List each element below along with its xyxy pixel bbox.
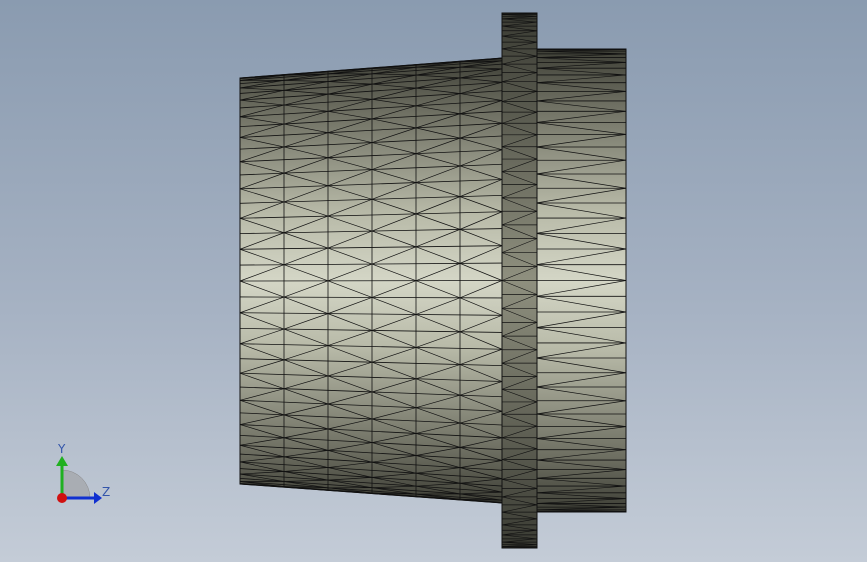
axis-triad: Y Z (56, 442, 110, 504)
graphics-viewport[interactable]: Y Z (0, 0, 867, 562)
z-axis-label: Z (102, 485, 110, 499)
y-axis-label: Y (57, 442, 66, 456)
mesh-model[interactable] (0, 0, 867, 562)
triad-quarter-disc (61, 469, 91, 499)
y-axis-arrow (56, 456, 68, 466)
x-axis-origin (57, 493, 67, 503)
z-axis-arrow (94, 492, 102, 504)
